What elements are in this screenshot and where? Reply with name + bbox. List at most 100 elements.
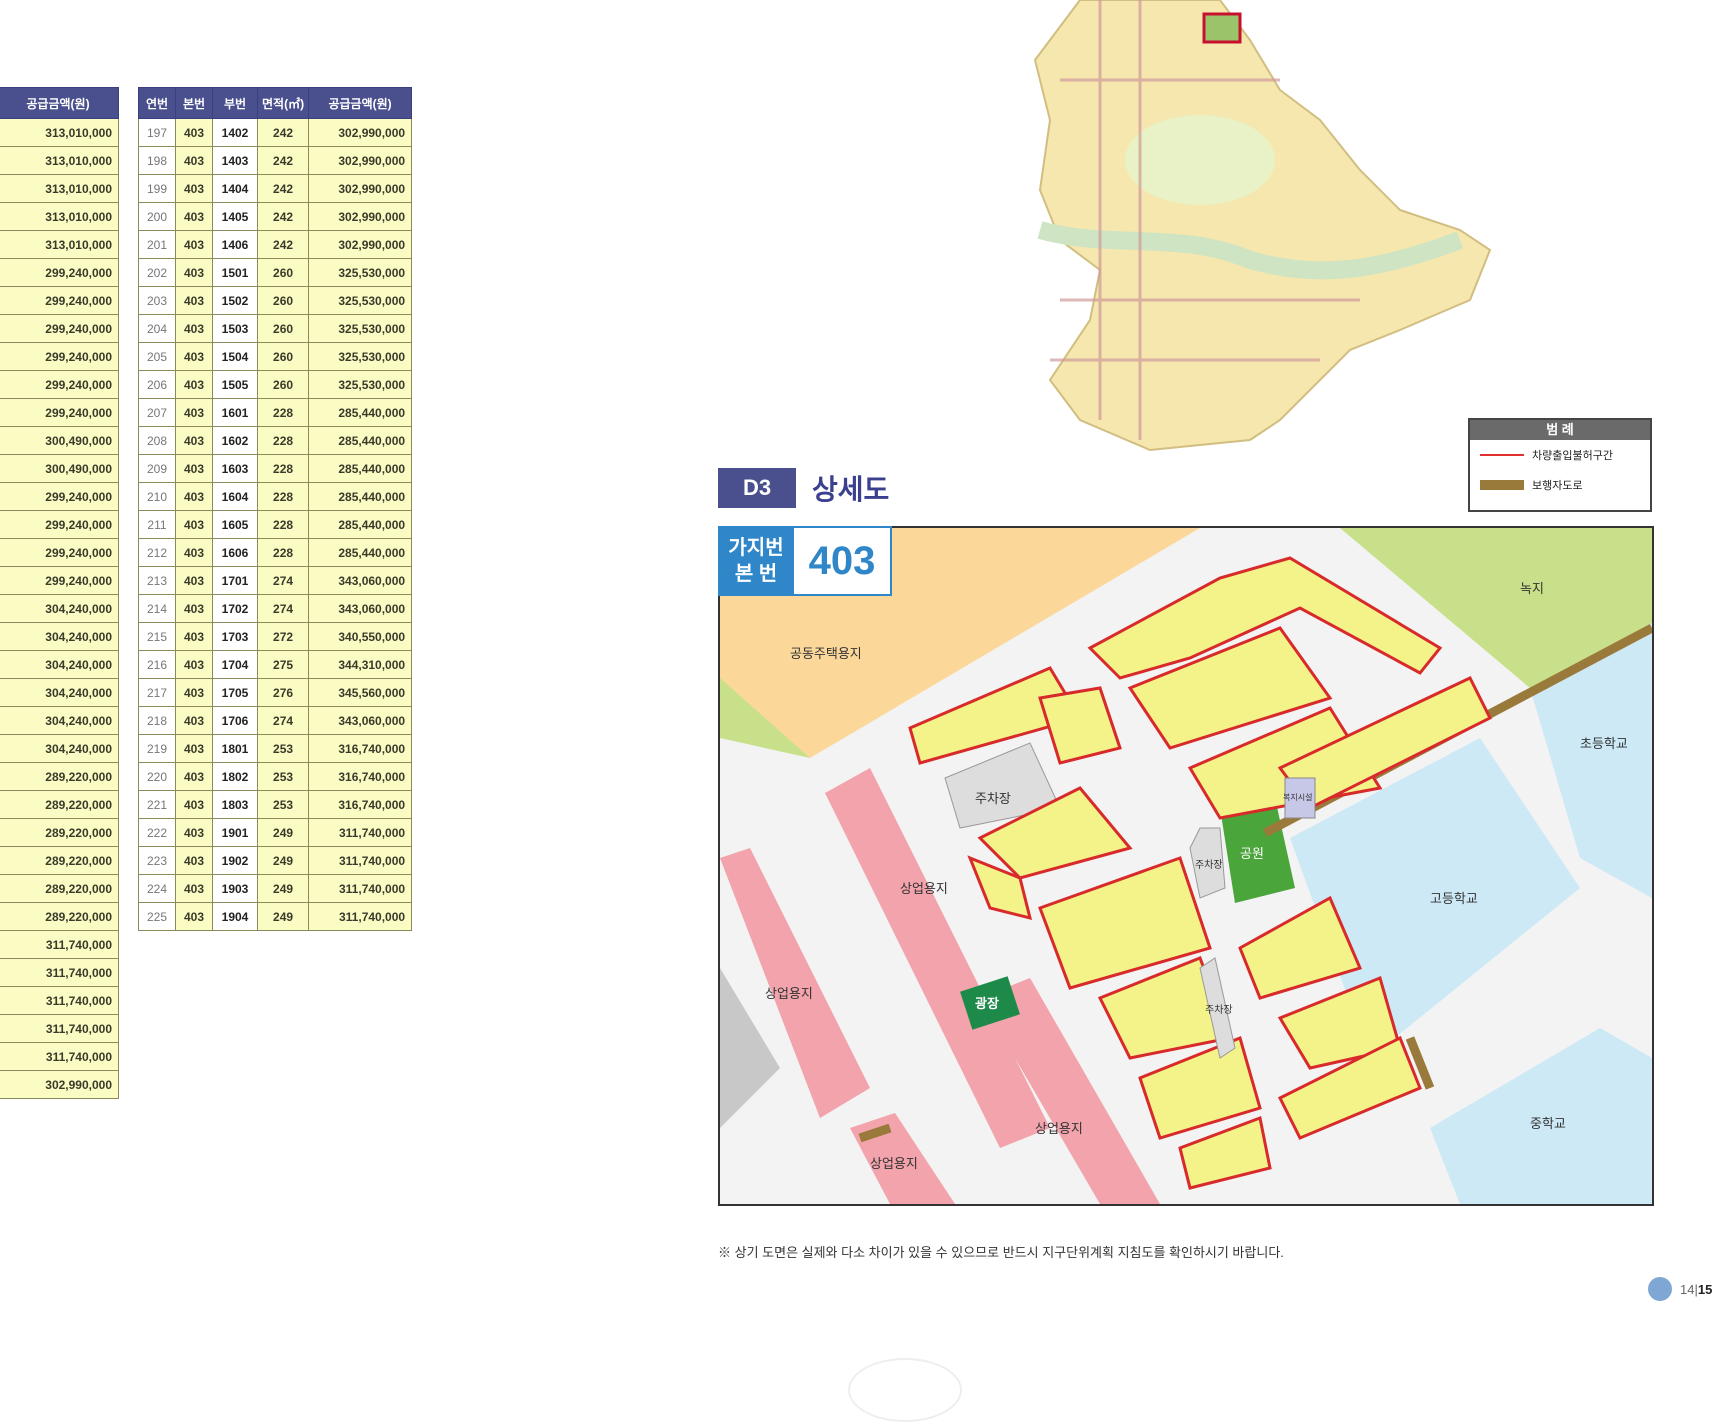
table-row: 220 403 1802 253 316,740,000 — [138, 762, 413, 791]
table-row: 300,490,000 — [0, 454, 119, 483]
main-lot-cell: 403 — [175, 174, 213, 203]
lot-price-table-right: 연번 본번 부번 면적(㎡) 공급금액(원) 197 403 1402 242 302,990,… — [138, 87, 413, 931]
area-cell: 242 — [256, 146, 310, 175]
table-row: 289,220,000 — [0, 818, 119, 847]
sub-lot-cell: 1901 — [212, 818, 258, 847]
price-cell: 313,010,000 — [0, 118, 119, 147]
label-housing: 공동주택용지 — [790, 646, 862, 661]
header-cell: 연번 — [138, 87, 176, 119]
price-cell: 300,490,000 — [0, 426, 119, 455]
table-header-row: 공급금액(원) — [0, 87, 119, 119]
table-header-row: 연번 본번 부번 면적(㎡) 공급금액(원) — [138, 87, 413, 119]
price-cell: 299,240,000 — [0, 258, 119, 287]
sub-lot-cell: 1503 — [212, 314, 258, 343]
table-row: 221 403 1803 253 316,740,000 — [138, 790, 413, 819]
table-row: 200 403 1405 242 302,990,000 — [138, 202, 413, 231]
price-cell: 299,240,000 — [0, 314, 119, 343]
parcel-number-badge: 가지번 본 번 403 — [718, 526, 892, 596]
serial-cell: 225 — [138, 902, 176, 931]
label-commercial-2: 상업용지 — [765, 986, 813, 1001]
table-row: 313,010,000 — [0, 230, 119, 259]
price-cell: 325,530,000 — [308, 286, 413, 315]
table-row: 208 403 1602 228 285,440,000 — [138, 426, 413, 455]
section-title: 상세도 — [812, 474, 890, 505]
price-cell: 304,240,000 — [0, 678, 119, 707]
area-cell: 274 — [256, 566, 310, 595]
main-lot-cell: 403 — [175, 286, 213, 315]
price-cell: 299,240,000 — [0, 566, 119, 595]
serial-cell: 210 — [138, 482, 176, 511]
table-row: 224 403 1903 249 311,740,000 — [138, 874, 413, 903]
legend-item-no-vehicle: 차량출입불허구간 — [1470, 440, 1650, 470]
table-row: 219 403 1801 253 316,740,000 — [138, 734, 413, 763]
price-cell: 299,240,000 — [0, 286, 119, 315]
table-row: 199 403 1404 242 302,990,000 — [138, 174, 413, 203]
price-cell: 325,530,000 — [308, 370, 413, 399]
sub-lot-cell: 1802 — [212, 762, 258, 791]
sub-lot-cell: 1602 — [212, 426, 258, 455]
area-cell: 260 — [256, 286, 310, 315]
serial-cell: 217 — [138, 678, 176, 707]
serial-cell: 223 — [138, 846, 176, 875]
area-cell: 276 — [256, 678, 310, 707]
area-cell: 274 — [256, 706, 310, 735]
area-cell: 228 — [256, 510, 310, 539]
label-welfare: 복지시설 — [1283, 792, 1312, 802]
table-row: 299,240,000 — [0, 510, 119, 539]
legend: 범 례 차량출입불허구간 보행자도로 — [1468, 418, 1652, 512]
main-lot-cell: 403 — [175, 734, 213, 763]
lot-price-table-left: 공급금액(원) 313,010,000 313,010,000 313,010,00… — [0, 87, 119, 1099]
label-parking-3: 주차장 — [1205, 1004, 1233, 1016]
serial-cell: 201 — [138, 230, 176, 259]
table-row: 299,240,000 — [0, 538, 119, 567]
price-cell: 299,240,000 — [0, 538, 119, 567]
price-cell: 311,740,000 — [308, 818, 413, 847]
sub-lot-cell: 1702 — [212, 594, 258, 623]
price-cell: 325,530,000 — [308, 314, 413, 343]
price-cell: 311,740,000 — [308, 902, 413, 931]
main-lot-cell: 403 — [175, 874, 213, 903]
table-row: 299,240,000 — [0, 314, 119, 343]
label-commercial-3: 상업용지 — [1035, 1121, 1083, 1136]
price-cell: 302,990,000 — [308, 174, 413, 203]
main-lot-cell: 403 — [175, 566, 213, 595]
table-row: 299,240,000 — [0, 370, 119, 399]
table-row: 204 403 1503 260 325,530,000 — [138, 314, 413, 343]
main-lot-cell: 403 — [175, 650, 213, 679]
area-cell: 249 — [256, 874, 310, 903]
price-cell: 289,220,000 — [0, 846, 119, 875]
main-lot-cell: 403 — [175, 622, 213, 651]
price-cell: 302,990,000 — [308, 146, 413, 175]
area-cell: 249 — [256, 818, 310, 847]
overview-district-outline — [1033, 0, 1492, 452]
area-cell: 228 — [256, 538, 310, 567]
main-lot-cell: 403 — [175, 818, 213, 847]
legend-item-pedestrian: 보행자도로 — [1470, 470, 1650, 500]
price-cell: 285,440,000 — [308, 426, 413, 455]
table-row: 311,740,000 — [0, 958, 119, 987]
price-cell: 285,440,000 — [308, 482, 413, 511]
table-row: 311,740,000 — [0, 930, 119, 959]
sub-lot-cell: 1403 — [212, 146, 258, 175]
main-lot-cell: 403 — [175, 454, 213, 483]
main-lot-cell: 403 — [175, 706, 213, 735]
table-row: 205 403 1504 260 325,530,000 — [138, 342, 413, 371]
price-cell: 316,740,000 — [308, 734, 413, 763]
footnote: ※ 상기 도면은 실제와 다소 차이가 있을 수 있으므로 반드시 지구단위계획… — [718, 1245, 1284, 1260]
no-vehicle-line-icon — [1480, 450, 1524, 460]
sub-lot-cell: 1604 — [212, 482, 258, 511]
bottom-decoration — [848, 1358, 962, 1422]
main-lot-cell: 403 — [175, 146, 213, 175]
main-lot-cell: 403 — [175, 258, 213, 287]
table-row: 210 403 1604 228 285,440,000 — [138, 482, 413, 511]
header-cell: 공급금액(원) — [308, 87, 413, 119]
table-row: 311,740,000 — [0, 1042, 119, 1071]
serial-cell: 209 — [138, 454, 176, 483]
sub-lot-cell: 1505 — [212, 370, 258, 399]
table-row: 289,220,000 — [0, 874, 119, 903]
serial-cell: 216 — [138, 650, 176, 679]
price-cell: 313,010,000 — [0, 202, 119, 231]
sub-lot-cell: 1705 — [212, 678, 258, 707]
table-row: 304,240,000 — [0, 622, 119, 651]
area-cell: 242 — [256, 118, 310, 147]
